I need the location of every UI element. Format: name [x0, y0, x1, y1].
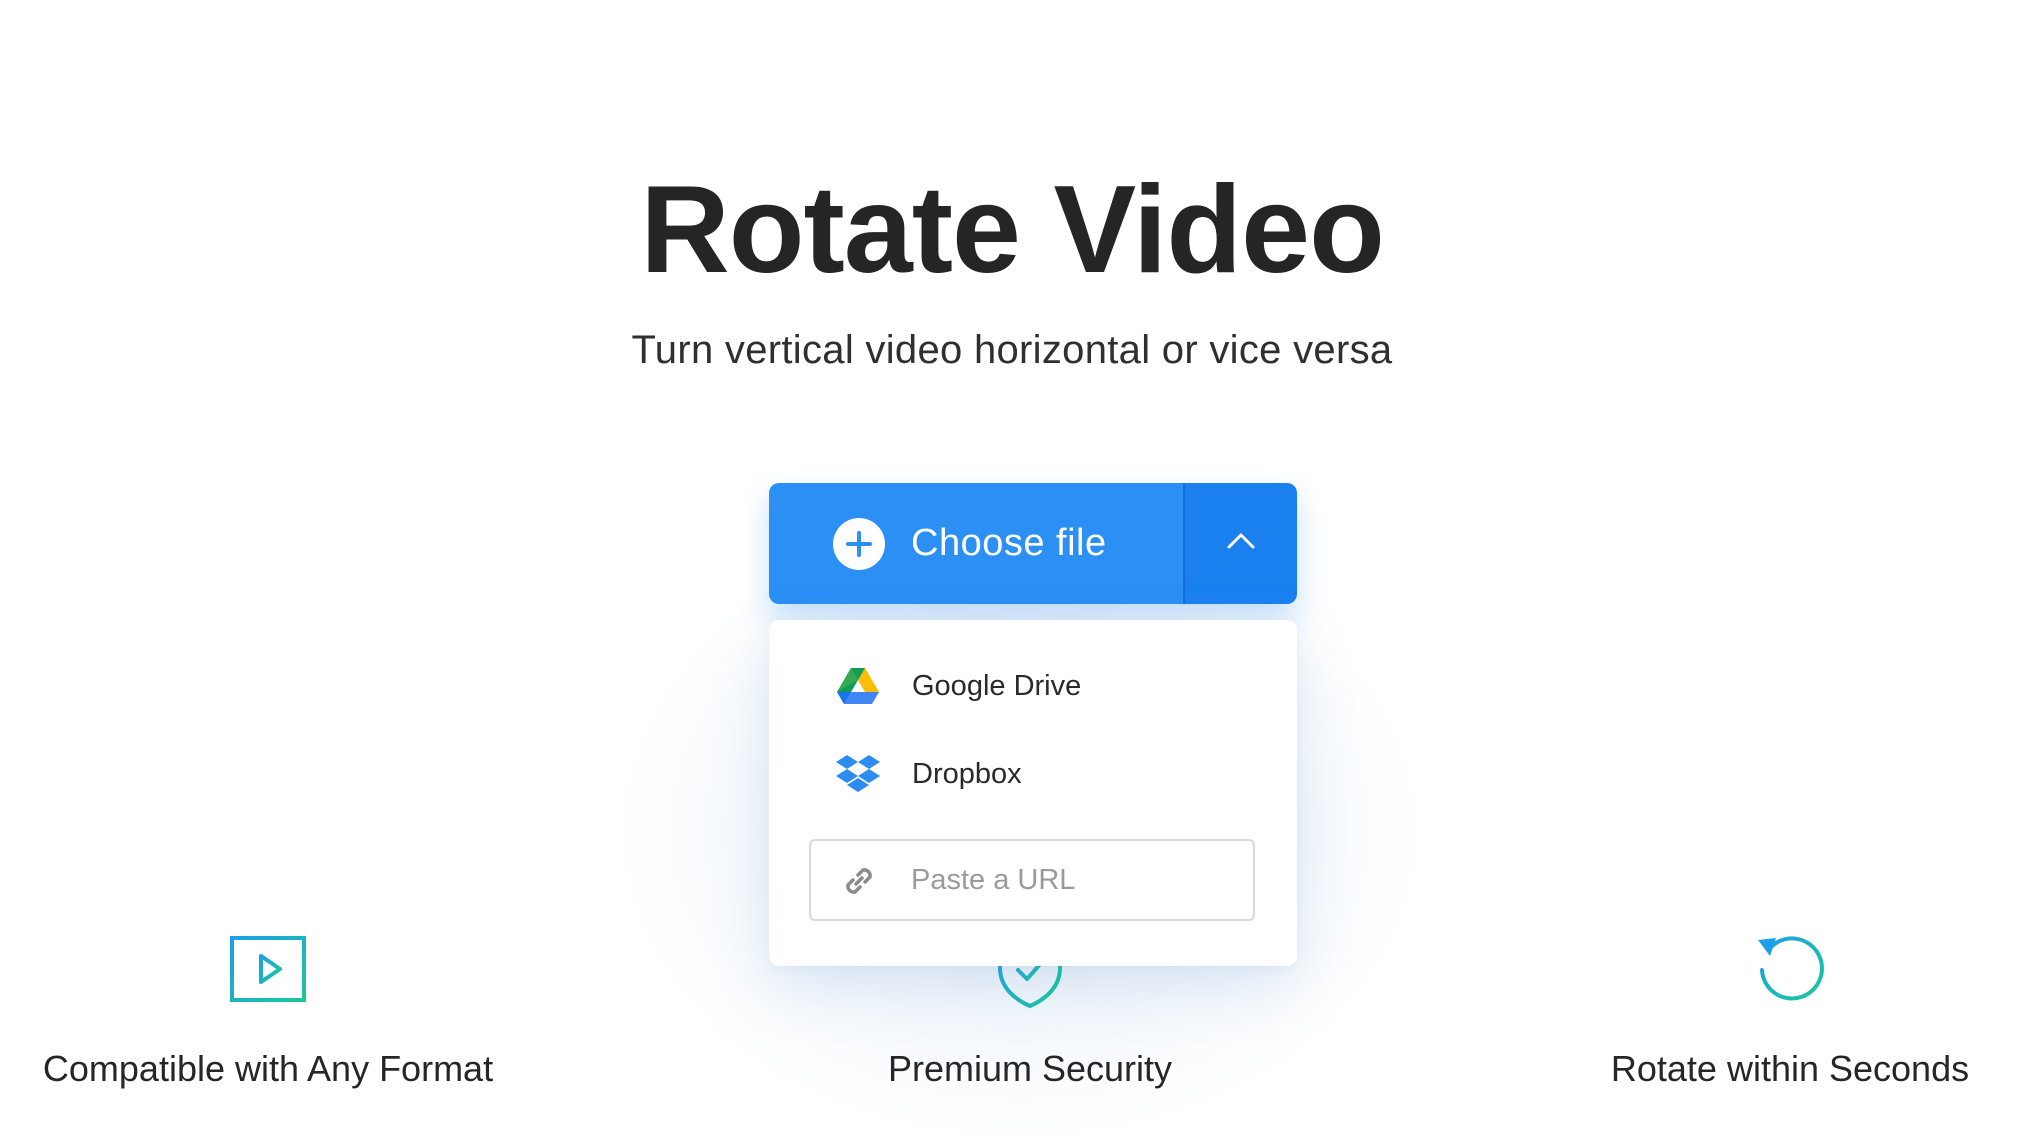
choose-file-button[interactable]: Choose file: [769, 483, 1184, 604]
feature-label: Rotate within Seconds: [1610, 1048, 1970, 1089]
link-icon: [839, 861, 879, 901]
url-field: [809, 839, 1255, 921]
rotate-icon: [1750, 930, 1830, 1010]
choose-file-split-button: Choose file: [769, 483, 1297, 604]
menu-item-label: Dropbox: [912, 757, 1022, 790]
page-title: Rotate Video: [640, 161, 1385, 299]
dropdown-toggle-button[interactable]: [1183, 483, 1297, 604]
menu-item-google-drive[interactable]: Google Drive: [769, 646, 1297, 726]
feature-speed: Rotate within Seconds: [1580, 930, 2000, 1090]
menu-item-label: Google Drive: [912, 669, 1082, 702]
google-drive-icon: [836, 664, 880, 708]
page-subtitle: Turn vertical video horizontal or vice v…: [631, 328, 1393, 372]
video-file-icon: [228, 930, 308, 1010]
feature-label: Compatible with Any Format: [42, 1048, 494, 1089]
menu-item-dropbox[interactable]: Dropbox: [769, 734, 1297, 814]
feature-compatible: Compatible with Any Format: [0, 930, 536, 1090]
dropbox-icon: [836, 752, 880, 796]
upload-source-menu: Google Drive Dropbox: [769, 620, 1297, 966]
choose-file-label: Choose file: [911, 522, 1107, 564]
plus-icon: [833, 517, 885, 570]
url-input[interactable]: [911, 855, 1231, 905]
feature-label: Premium Security: [887, 1048, 1173, 1089]
chevron-up-icon: [1226, 531, 1256, 556]
